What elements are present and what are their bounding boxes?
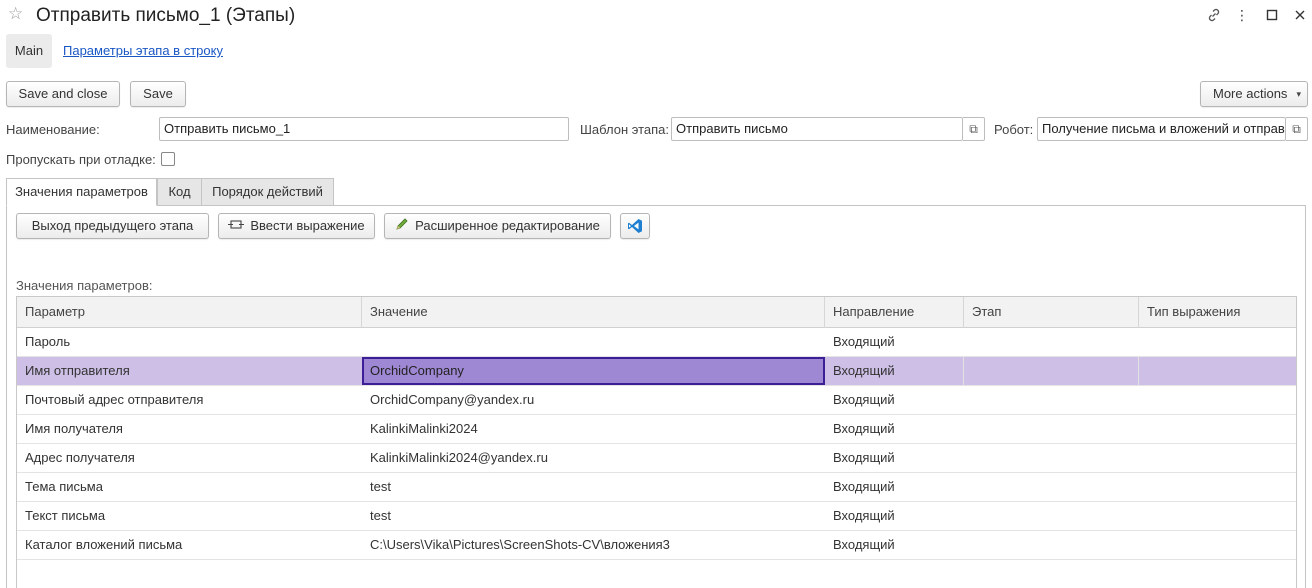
advanced-edit-label: Расширенное редактирование: [415, 218, 600, 233]
table-row[interactable]: Имя получателя KalinkiMalinki2024 Входящий: [17, 415, 1296, 444]
robot-label: Робот:: [994, 122, 1034, 137]
column-header-value[interactable]: Значение: [362, 297, 825, 328]
grid-caption: Значения параметров:: [16, 278, 153, 293]
skip-debug-label: Пропускать при отладке:: [6, 152, 156, 167]
name-label: Наименование:: [6, 122, 100, 137]
vscode-button[interactable]: [620, 213, 650, 239]
star-icon[interactable]: ☆: [8, 5, 26, 23]
table-row[interactable]: Каталог вложений письма C:\Users\Vika\Pic…: [17, 531, 1296, 560]
cell-stage[interactable]: [964, 531, 1139, 559]
tab-action-order[interactable]: Порядок действий: [201, 178, 334, 206]
column-header-direction[interactable]: Направление: [825, 297, 964, 328]
cell-expression-type[interactable]: [1139, 502, 1296, 530]
save-and-close-button[interactable]: Save and close: [6, 81, 120, 107]
cell-value[interactable]: test: [362, 473, 825, 501]
expression-icon: [228, 215, 245, 239]
open-form-icon[interactable]: ⧉: [963, 117, 985, 141]
cell-expression-type[interactable]: [1139, 415, 1296, 443]
template-field[interactable]: Отправить письмо: [671, 117, 963, 141]
cell-parameter[interactable]: Тема письма: [17, 473, 362, 501]
cell-direction[interactable]: Входящий: [825, 444, 964, 472]
cell-stage[interactable]: [964, 386, 1139, 414]
open-form-icon[interactable]: ⧉: [1286, 117, 1308, 141]
table-row[interactable]: Адрес получателя KalinkiMalinki2024@yande…: [17, 444, 1296, 473]
cell-value[interactable]: test: [362, 502, 825, 530]
robot-field[interactable]: Получение письма и вложений и отправ: [1037, 117, 1286, 141]
enter-expression-button[interactable]: Ввести выражение: [218, 213, 375, 239]
cell-parameter[interactable]: Почтовый адрес отправителя: [17, 386, 362, 414]
table-row[interactable]: Имя отправителя OrchidCompany Входящий: [17, 357, 1296, 386]
cell-direction[interactable]: Входящий: [825, 328, 964, 356]
cell-direction[interactable]: Входящий: [825, 473, 964, 501]
table-row[interactable]: Почтовый адрес отправителя OrchidCompany@…: [17, 386, 1296, 415]
kebab-menu-icon[interactable]: ⋮: [1232, 4, 1252, 26]
stage-params-inline-link[interactable]: Параметры этапа в строку: [63, 43, 223, 58]
cell-parameter[interactable]: Текст письма: [17, 502, 362, 530]
parameters-table: Параметр Значение Направление Этап Тип в…: [16, 296, 1297, 588]
tab-parameter-values[interactable]: Значения параметров: [6, 178, 157, 206]
column-header-stage[interactable]: Этап: [964, 297, 1139, 328]
cell-parameter[interactable]: Имя отправителя: [17, 357, 362, 385]
cell-expression-type[interactable]: [1139, 386, 1296, 414]
close-icon[interactable]: [1290, 4, 1310, 26]
window-title: Отправить письмо_1 (Этапы): [36, 5, 296, 26]
cell-expression-type[interactable]: [1139, 531, 1296, 559]
cell-direction[interactable]: Входящий: [825, 502, 964, 530]
skip-debug-checkbox[interactable]: [161, 152, 175, 166]
table-row[interactable]: Текст письма test Входящий: [17, 502, 1296, 531]
cell-parameter[interactable]: Адрес получателя: [17, 444, 362, 472]
more-actions-button[interactable]: More actions ▾: [1200, 81, 1308, 107]
previous-stage-output-button[interactable]: Выход предыдущего этапа: [16, 213, 209, 239]
cell-value[interactable]: OrchidCompany: [362, 357, 825, 385]
advanced-edit-button[interactable]: Расширенное редактирование: [384, 213, 611, 239]
cell-stage[interactable]: [964, 444, 1139, 472]
column-header-parameter[interactable]: Параметр: [17, 297, 362, 328]
tab-code[interactable]: Код: [157, 178, 202, 206]
title-bar: ☆ Отправить письмо_1 (Этапы) ⋮: [0, 0, 1312, 32]
cell-stage[interactable]: [964, 357, 1139, 385]
cell-value[interactable]: KalinkiMalinki2024: [362, 415, 825, 443]
vscode-icon: [627, 219, 643, 237]
cell-direction[interactable]: Входящий: [825, 415, 964, 443]
cell-stage[interactable]: [964, 415, 1139, 443]
cell-expression-type[interactable]: [1139, 444, 1296, 472]
maximize-icon[interactable]: [1262, 4, 1282, 26]
cell-expression-type[interactable]: [1139, 328, 1296, 356]
cell-direction[interactable]: Входящий: [825, 386, 964, 414]
pencil-icon: [395, 215, 409, 239]
name-input[interactable]: Отправить письмо_1: [159, 117, 569, 141]
more-actions-label: More actions: [1213, 86, 1288, 101]
tab-main[interactable]: Main: [6, 34, 52, 68]
cell-value[interactable]: [362, 328, 825, 356]
cell-value[interactable]: KalinkiMalinki2024@yandex.ru: [362, 444, 825, 472]
cell-value[interactable]: OrchidCompany@yandex.ru: [362, 386, 825, 414]
table-row[interactable]: Тема письма test Входящий: [17, 473, 1296, 502]
save-button[interactable]: Save: [130, 81, 186, 107]
column-header-expression-type[interactable]: Тип выражения: [1139, 297, 1296, 328]
table-row[interactable]: Пароль Входящий: [17, 328, 1296, 357]
cell-parameter[interactable]: Пароль: [17, 328, 362, 356]
cell-direction[interactable]: Входящий: [825, 357, 964, 385]
cell-expression-type[interactable]: [1139, 357, 1296, 385]
enter-expression-label: Ввести выражение: [250, 218, 365, 233]
template-label: Шаблон этапа:: [580, 122, 670, 137]
chevron-down-icon: ▾: [1296, 89, 1301, 99]
cell-stage[interactable]: [964, 328, 1139, 356]
cell-stage[interactable]: [964, 473, 1139, 501]
cell-parameter[interactable]: Имя получателя: [17, 415, 362, 443]
cell-expression-type[interactable]: [1139, 473, 1296, 501]
table-header: Параметр Значение Направление Этап Тип в…: [17, 297, 1296, 328]
cell-direction[interactable]: Входящий: [825, 531, 964, 559]
cell-parameter[interactable]: Каталог вложений письма: [17, 531, 362, 559]
cell-stage[interactable]: [964, 502, 1139, 530]
link-icon[interactable]: [1204, 4, 1224, 26]
cell-value[interactable]: C:\Users\Vika\Pictures\ScreenShots-CV\вл…: [362, 531, 825, 559]
